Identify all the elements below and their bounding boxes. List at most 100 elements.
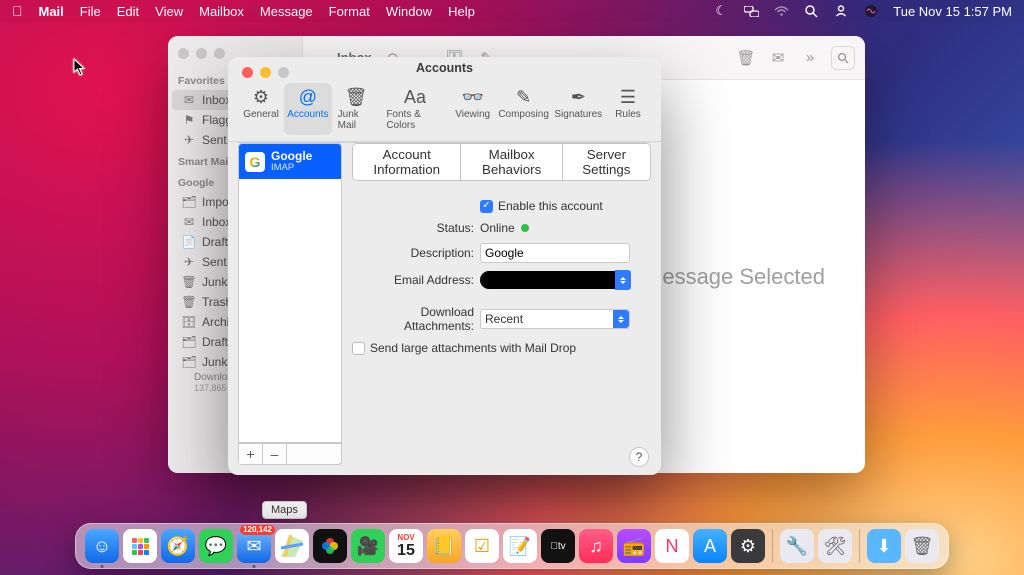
dock-safari[interactable]: 🧭 [161,529,195,563]
dock-maps[interactable] [275,529,309,563]
zoom-button[interactable] [278,67,289,78]
pref-titlebar: Accounts [228,57,661,79]
dock-tv[interactable]: tv [541,529,575,563]
help-button[interactable]: ? [629,447,649,467]
compose-icon: ✎ [516,87,531,107]
dock-news[interactable]: N [655,529,689,563]
add-account-button[interactable]: + [239,444,263,464]
menu-help[interactable]: Help [448,4,475,19]
dock-mail[interactable]: ✉120,142 [237,529,271,563]
tab-viewing[interactable]: 👓Viewing [450,83,496,135]
menubar-clock[interactable]: Tue Nov 15 1:57 PM [893,4,1012,19]
dock-trash[interactable]: 🗑 [905,529,939,563]
more-button-icon[interactable]: » [799,49,821,66]
description-label: Description: [352,246,480,260]
dock-appstore[interactable]: A [693,529,727,563]
tab-signatures[interactable]: ✒︎Signatures [552,83,605,135]
dock-reminders[interactable]: ☑︎ [465,529,499,563]
dock-recent-1[interactable]: 🔧 [780,529,814,563]
do-not-disturb-icon[interactable]: ☾ [713,3,729,19]
dock-facetime[interactable]: 🎥 [351,529,385,563]
apple-menu[interactable]:  [12,3,23,19]
folder-icon: 🗂 [182,355,196,369]
trash-icon: 🗑 [182,295,196,309]
account-subtabs: Account Information Mailbox Behaviors Se… [352,143,651,181]
wifi-icon[interactable] [773,6,789,17]
minimize-button[interactable] [260,67,271,78]
download-attachments-select[interactable]: Recent [480,309,630,329]
subtab-server-settings[interactable]: Server Settings [563,144,650,180]
window-controls-pref[interactable] [232,61,299,88]
chevron-updown-icon [613,310,629,328]
tab-fonts[interactable]: AaFonts & Colors [380,83,449,135]
dock-contacts[interactable]: 📒 [427,529,461,563]
accounts-list-footer: + – [238,443,342,465]
folder-icon: 🗂 [182,195,196,209]
account-name: Google [271,150,312,162]
subtab-mailbox-behaviors[interactable]: Mailbox Behaviors [461,144,562,180]
rules-icon: ☰ [620,87,636,107]
enable-account-label: Enable this account [498,199,603,213]
menu-mailbox[interactable]: Mailbox [199,4,244,19]
spotlight-icon[interactable] [803,4,819,18]
account-protocol: IMAP [271,162,312,173]
trash-button-icon[interactable]: 🗑 [735,49,757,67]
menubar-app-name[interactable]: Mail [39,4,64,19]
gear-icon: ⚙︎ [253,87,269,107]
at-icon: @ [299,87,317,107]
mail-badge: 120,142 [240,525,275,535]
fonts-icon: Aa [404,87,426,107]
menu-view[interactable]: View [155,4,183,19]
mouse-cursor [73,58,89,74]
enable-account-checkbox[interactable] [480,200,493,213]
viewing-icon: 👓 [461,87,483,107]
dock-recent-2[interactable]: 🛠 [818,529,852,563]
menu-edit[interactable]: Edit [117,4,139,19]
dock-tooltip: Maps [262,501,307,519]
status-value: Online [480,221,515,235]
junk-icon: 🗑 [345,87,368,107]
tab-general[interactable]: ⚙︎General [238,83,284,135]
accounts-list[interactable]: G Google IMAP [238,143,342,443]
email-label: Email Address: [352,273,480,287]
maildrop-checkbox[interactable] [352,342,365,355]
close-button[interactable] [242,67,253,78]
menu-format[interactable]: Format [329,4,370,19]
menu-file[interactable]: File [80,4,101,19]
subtab-account-info[interactable]: Account Information [353,144,461,180]
dock-finder[interactable]: ☺ [85,529,119,563]
user-switch-icon[interactable] [833,4,849,18]
tab-accounts[interactable]: @Accounts [284,83,332,135]
sent-icon: ✈ [182,255,196,269]
dock-music[interactable]: ♫ [579,529,613,563]
siri-icon[interactable] [863,4,879,18]
pref-toolbar: ⚙︎General @Accounts 🗑Junk Mail AaFonts &… [228,79,661,142]
sent-icon: ✈ [182,133,196,147]
menu-message[interactable]: Message [260,4,313,19]
remove-account-button[interactable]: – [263,444,287,464]
dock-launchpad[interactable] [123,529,157,563]
dock-podcasts[interactable]: 📻 [617,529,651,563]
email-address-select[interactable] [480,271,630,289]
control-center-icon[interactable] [743,6,759,17]
description-input[interactable] [480,243,630,263]
junk-button-icon[interactable]: ✉ [767,49,789,67]
junk-icon: 🗑 [182,275,196,289]
dock-downloads[interactable]: ⬇︎ [867,529,901,563]
dock-settings[interactable]: ⚙︎ [731,529,765,563]
account-row-google[interactable]: G Google IMAP [239,144,341,179]
maildrop-label: Send large attachments with Mail Drop [370,341,576,355]
dock: ☺ 🧭 💬 ✉120,142 🎥 NOV 15 📒 ☑︎ 📝 tv ♫ 📻 N… [75,523,949,569]
search-button[interactable] [831,46,855,70]
tab-junk[interactable]: 🗑Junk Mail [332,83,381,135]
tab-composing[interactable]: ✎Composing [496,83,552,135]
tab-rules[interactable]: ☰Rules [605,83,651,135]
dock-notes[interactable]: 📝 [503,529,537,563]
account-detail: Account Information Mailbox Behaviors Se… [342,143,651,465]
download-attachments-label: Download Attachments: [352,305,480,333]
inbox-icon: ✉ [182,215,196,229]
menu-window[interactable]: Window [386,4,432,19]
dock-photos[interactable] [313,529,347,563]
dock-calendar[interactable]: NOV 15 [389,529,423,563]
dock-messages[interactable]: 💬 [199,529,233,563]
